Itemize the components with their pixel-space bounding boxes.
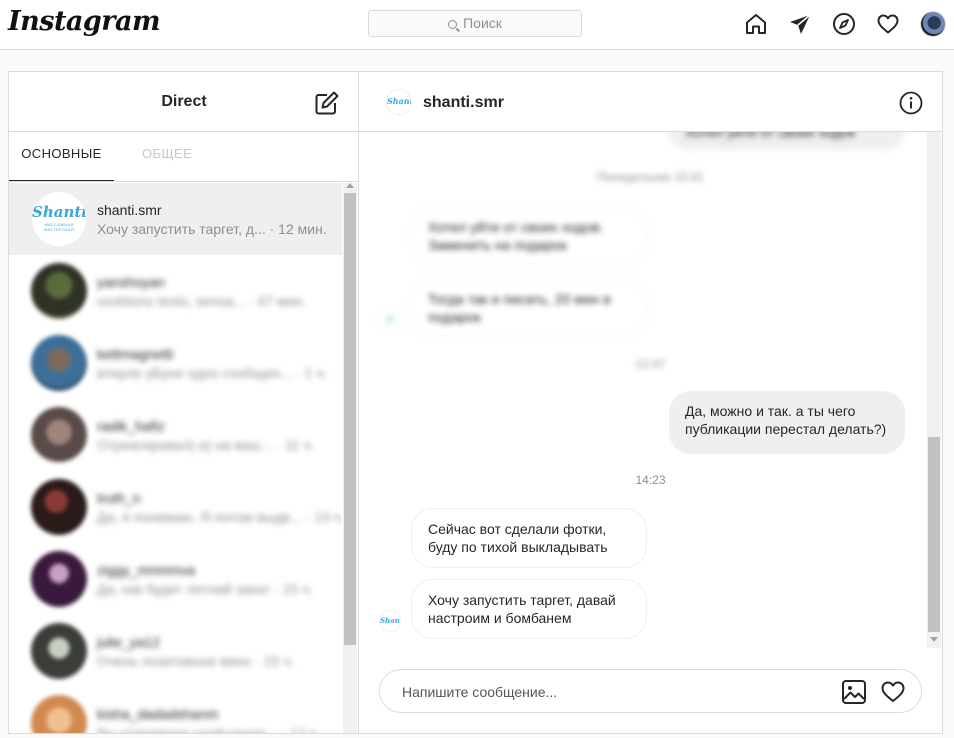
thread-avatar [31, 623, 87, 679]
message-bubble-incoming: Хочу запустить таргет, давай настроим и … [411, 579, 647, 639]
conversation-scrollbar[interactable] [927, 132, 941, 648]
thread-name: yanshoyan [97, 274, 165, 290]
thread-name: kisha_dadadshanm [97, 706, 219, 722]
conversation-header: Shanti shanti.smr [359, 72, 942, 132]
timestamp: 14:23 [635, 473, 666, 487]
message-thread: Хотел уйти от своих ходок Понедельник 10… [359, 132, 942, 652]
direct-icon[interactable] [788, 12, 812, 36]
tab-primary[interactable]: ОСНОВНЫЕ [9, 132, 114, 181]
thread-item[interactable]: ziggy_mnmmva Да, как будет летний закат … [9, 543, 342, 615]
search-placeholder: Поиск [463, 15, 502, 31]
thread-avatar [31, 695, 87, 733]
scrollbar-thumb[interactable] [928, 437, 940, 632]
avatar-logo-text: Shanti [32, 203, 87, 221]
avatar-logo-subtext: МАССАЖНАЯ МАСТЕРСКАЯ [43, 222, 75, 232]
thread-list: Shanti МАССАЖНАЯ МАСТЕРСКАЯ shanti.smr Х… [9, 183, 342, 733]
scrollbar-thumb[interactable] [344, 193, 356, 645]
sender-avatar: Shanti [379, 610, 401, 632]
message-bubble-outgoing: Да, можно и так. а ты чего публикации пе… [669, 391, 905, 454]
inbox-title: Direct [161, 93, 207, 110]
thread-item[interactable]: yanshoyan usvbtonu testo, sensa... · 47 … [9, 255, 342, 327]
message-input[interactable] [400, 680, 824, 704]
search-icon [448, 20, 458, 29]
new-message-icon[interactable] [314, 90, 340, 116]
scroll-down-arrow-icon[interactable] [930, 637, 938, 642]
thread-preview: втерле уБуне одно сообщен... · 1 ч. [97, 365, 328, 381]
top-navigation-bar: Instagram Поиск [0, 0, 954, 50]
home-icon[interactable] [744, 12, 768, 36]
message-bubble-incoming: Сейчас вот сделали фотки, буду по тихой … [411, 508, 647, 568]
activity-heart-icon[interactable] [876, 12, 900, 36]
thread-name: julie_ya12 [97, 634, 161, 650]
tab-general[interactable]: ОБЩЕЕ [142, 132, 192, 181]
thread-item[interactable]: julie_ya12 Очень позитивное вино · 15 ч. [9, 615, 342, 687]
search-box[interactable]: Поиск [368, 10, 582, 37]
message-bubble-outgoing: Хотел уйти от своих ходок [669, 132, 905, 150]
sender-avatar-text: Shanti [380, 616, 400, 625]
image-upload-icon[interactable] [841, 679, 867, 705]
thread-avatar [31, 479, 87, 535]
instagram-logo[interactable]: Instagram [8, 6, 161, 37]
profile-avatar[interactable] [921, 12, 945, 36]
thread-preview: Да, я понимаю. Я потом выдв... · 13 ч. [97, 509, 342, 525]
timestamp: 12:47 [635, 357, 666, 371]
thread-preview: Отреагировал(-а) на ваш... · 11 ч. [97, 437, 315, 453]
thread-name: radik_hafiz [97, 418, 165, 434]
info-icon[interactable] [899, 91, 923, 115]
thread-avatar [31, 551, 87, 607]
inbox-scrollbar[interactable] [343, 183, 357, 733]
thread-preview: Да, как будет летний закат · 15 ч. [97, 581, 314, 597]
thread-name: truth_n [97, 490, 141, 506]
thread-avatar [31, 335, 87, 391]
thread-preview: Хочу запустить таргет, д... · 12 мин. [97, 221, 327, 237]
direct-panel: Direct ОСНОВНЫЕ ОБЩЕЕ Shanti МАССАЖНАЯ М… [8, 71, 943, 734]
thread-item[interactable]: kettmagnetti втерле уБуне одно сообщен..… [9, 327, 342, 399]
contact-avatar[interactable]: Shanti [386, 89, 412, 115]
thread-name: ziggy_mnmmva [97, 562, 196, 578]
thread-preview: Очень позитивное вино · 15 ч. [97, 653, 295, 669]
thread-name: kettmagnetti [97, 346, 174, 362]
inbox-column: Direct ОСНОВНЫЕ ОБЩЕЕ Shanti МАССАЖНАЯ М… [9, 72, 359, 733]
contact-name[interactable]: shanti.smr [423, 94, 504, 112]
thread-avatar [31, 407, 87, 463]
thread-item[interactable]: Shanti МАССАЖНАЯ МАСТЕРСКАЯ shanti.smr Х… [9, 183, 342, 255]
timestamp: Понедельник 10:41 [597, 170, 704, 184]
like-heart-icon[interactable] [880, 679, 906, 705]
contact-avatar-text: Shanti [387, 96, 411, 106]
conversation-column: Shanti shanti.smr Хотел уйти от своих хо… [359, 72, 942, 733]
sender-avatar: S [379, 309, 401, 331]
scroll-up-arrow-icon[interactable] [346, 183, 354, 188]
thread-preview: Вы отправили сообщение... · 17 ч. [97, 725, 321, 733]
inbox-tabs: ОСНОВНЫЕ ОБЩЕЕ [9, 132, 358, 182]
inbox-header: Direct [9, 72, 358, 132]
thread-item[interactable]: truth_n Да, я понимаю. Я потом выдв... ·… [9, 471, 342, 543]
thread-name: shanti.smr [97, 202, 162, 218]
explore-icon[interactable] [832, 12, 856, 36]
thread-avatar [31, 263, 87, 319]
thread-preview: usvbtonu testo, sensa... · 47 мин. [97, 293, 306, 309]
message-composer [379, 669, 922, 713]
thread-item[interactable]: kisha_dadadshanm Вы отправили сообщение.… [9, 687, 342, 733]
thread-avatar: Shanti МАССАЖНАЯ МАСТЕРСКАЯ [31, 191, 87, 247]
message-bubble-incoming: Хотел уйти от своих ходов. Заменить на п… [411, 206, 647, 266]
thread-item[interactable]: radik_hafiz Отреагировал(-а) на ваш... ·… [9, 399, 342, 471]
message-bubble-incoming: Тогда так и писать, 20 мин в подарок [411, 278, 647, 338]
